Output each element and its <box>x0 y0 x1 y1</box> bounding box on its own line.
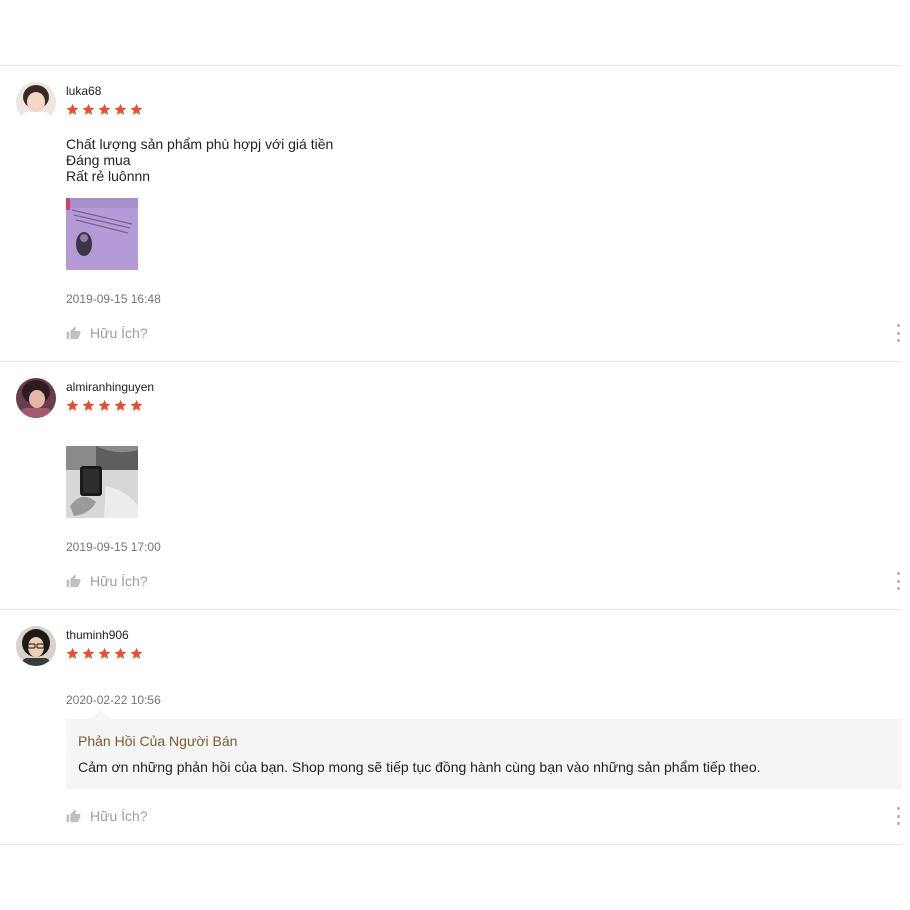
star-icon <box>66 399 79 411</box>
star-icon <box>82 647 95 659</box>
star-icon <box>130 103 143 115</box>
star-icon <box>130 399 143 411</box>
thumbs-up-icon <box>66 809 81 822</box>
comment-line: Đáng mua <box>66 152 131 168</box>
avatar[interactable] <box>16 82 56 122</box>
reviewer-username[interactable]: almiranhinguyen <box>66 380 154 394</box>
more-vertical-icon[interactable] <box>894 572 902 590</box>
star-icon <box>130 647 143 659</box>
star-icon <box>66 647 79 659</box>
star-icon <box>98 399 111 411</box>
star-icon <box>114 647 127 659</box>
helpful-button[interactable]: Hữu Ích? <box>66 324 148 342</box>
reply-notch <box>92 710 110 719</box>
star-icon <box>82 103 95 115</box>
review-item: thuminh906 2020-02-22 10:56 Phản Hồi Của… <box>0 610 902 845</box>
review-photo-thumbnail[interactable] <box>66 198 138 270</box>
star-icon <box>66 103 79 115</box>
review-item: luka68 Chất lượng sản phẩm phù hợpj với … <box>0 66 902 362</box>
thumbs-up-icon <box>66 326 81 339</box>
thumbs-up-icon <box>66 574 81 587</box>
product-reviews-page: luka68 Chất lượng sản phẩm phù hợpj với … <box>0 0 910 910</box>
seller-reply-title: Phản Hồi Của Người Bán <box>78 733 238 749</box>
review-comment: Chất lượng sản phẩm phù hợpj với giá tiề… <box>66 136 333 184</box>
star-icon <box>114 103 127 115</box>
helpful-label: Hữu Ích? <box>90 573 148 589</box>
review-photo-thumbnail[interactable] <box>66 446 138 518</box>
helpful-button[interactable]: Hữu Ích? <box>66 807 148 825</box>
star-icon <box>82 399 95 411</box>
reviewer-username[interactable]: luka68 <box>66 84 101 98</box>
star-icon <box>98 103 111 115</box>
helpful-label: Hữu Ích? <box>90 808 148 824</box>
more-vertical-icon[interactable] <box>894 324 902 342</box>
avatar[interactable] <box>16 378 56 418</box>
star-icon <box>114 399 127 411</box>
review-timestamp: 2019-09-15 17:00 <box>66 540 161 554</box>
seller-reply: Phản Hồi Của Người Bán Cảm ơn những phản… <box>66 710 902 789</box>
comment-line: Rất rẻ luônnn <box>66 168 151 184</box>
comment-line: Chất lượng sản phẩm phù hợpj với giá tiề… <box>66 136 334 152</box>
star-rating <box>66 647 143 663</box>
star-icon <box>98 647 111 659</box>
more-vertical-icon[interactable] <box>894 807 902 825</box>
review-item: almiranhinguyen 2019-09-15 17:00 Hữu Ích… <box>0 362 902 610</box>
review-timestamp: 2020-02-22 10:56 <box>66 693 161 707</box>
avatar[interactable] <box>16 626 56 666</box>
star-rating <box>66 103 143 119</box>
helpful-button[interactable]: Hữu Ích? <box>66 572 148 590</box>
seller-reply-text: Cảm ơn những phản hồi của bạn. Shop mong… <box>78 759 761 775</box>
helpful-label: Hữu Ích? <box>90 325 148 341</box>
star-rating <box>66 399 143 415</box>
review-timestamp: 2019-09-15 16:48 <box>66 292 161 306</box>
reviewer-username[interactable]: thuminh906 <box>66 628 129 642</box>
